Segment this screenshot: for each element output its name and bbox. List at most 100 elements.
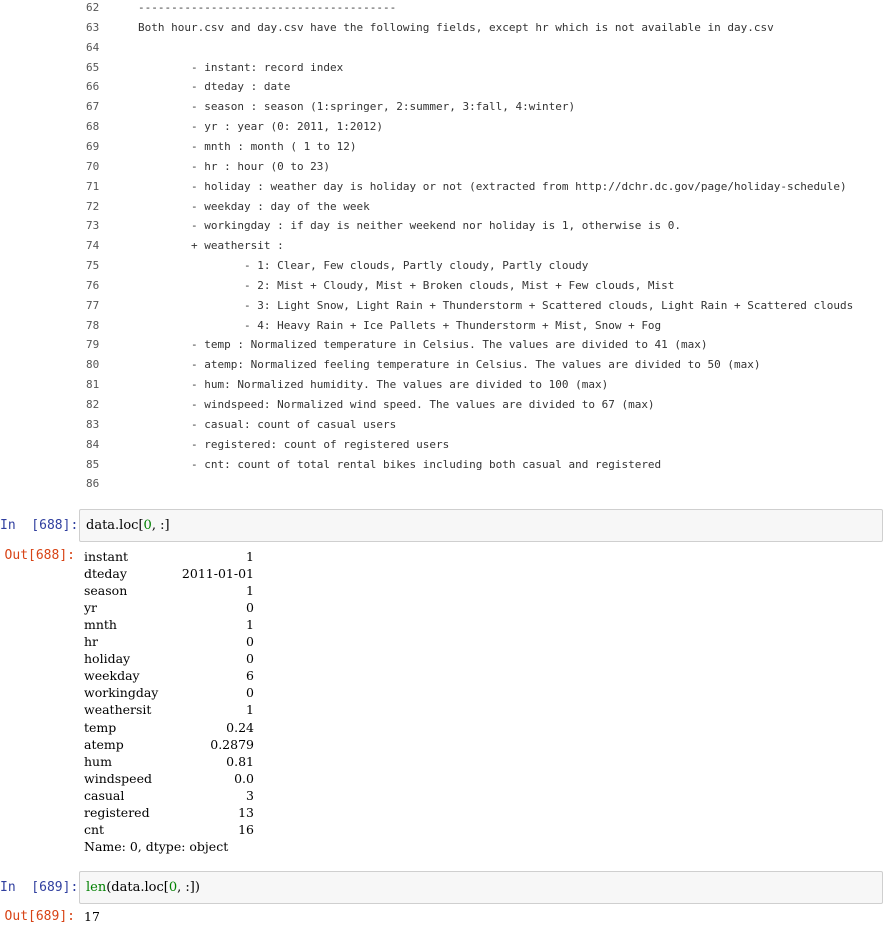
series-row: yr 0	[84, 599, 254, 616]
series-value: 16	[238, 821, 254, 837]
line-text: - 1: Clear, Few clouds, Partly cloudy, P…	[138, 259, 589, 273]
line-number: 74	[86, 239, 100, 253]
line-number: 86	[86, 477, 100, 491]
series-key: season	[84, 583, 128, 599]
line-text: - 4: Heavy Rain + Ice Pallets + Thunders…	[138, 318, 662, 332]
line-text: - workingday : if day is neither weekend…	[138, 219, 682, 233]
series-row: weathersit 1	[84, 701, 254, 718]
series-value: 0.24	[226, 719, 254, 735]
line-number: 84	[86, 437, 100, 451]
series-key: weathersit	[84, 702, 152, 718]
line-number: 64	[86, 40, 100, 54]
series-row: season 1	[84, 582, 254, 599]
line-text: - hum: Normalized humidity. The values a…	[138, 378, 609, 392]
series-value: 0	[246, 685, 254, 701]
line-number: 71	[86, 179, 100, 193]
series-row: holiday 0	[84, 650, 254, 667]
series-row: instant 1	[84, 548, 254, 565]
file-line: 85 - cnt: count of total rental bikes in…	[0, 455, 884, 475]
series-key: holiday	[84, 651, 131, 667]
line-text: - atemp: Normalized feeling temperature …	[138, 358, 761, 372]
line-number: 73	[86, 219, 100, 233]
code-text: data.loc[0, :]	[86, 518, 170, 533]
code-cell-input[interactable]: len(data.loc[0, :])	[79, 871, 883, 904]
line-text: ---------------------------------------	[138, 1, 397, 14]
series-value: 13	[238, 804, 254, 820]
line-number: 62	[86, 1, 100, 14]
line-text: - registered: count of registered users	[138, 437, 450, 451]
file-line: 77 - 3: Light Snow, Light Rain + Thunder…	[0, 296, 884, 316]
series-row: registered 13	[84, 804, 254, 821]
file-line: 64	[0, 38, 884, 58]
file-line: 79 - temp : Normalized temperature in Ce…	[0, 335, 884, 355]
line-text: - 3: Light Snow, Light Rain + Thundersto…	[138, 298, 854, 312]
file-line: 63 Both hour.csv and day.csv have the fol…	[0, 18, 884, 38]
series-row: workingday 0	[84, 684, 254, 701]
series-row: hum 0.81	[84, 753, 254, 770]
series-key: temp	[84, 719, 117, 735]
series-value: 1	[246, 617, 254, 633]
series-row: hr 0	[84, 633, 254, 650]
series-key: hum	[84, 753, 112, 769]
output-prompt: Out[688]:	[4, 548, 75, 563]
series-key: instant	[84, 549, 129, 564]
series-key: dteday	[84, 566, 127, 582]
series-key: mnth	[84, 617, 117, 633]
code-cell-input[interactable]: data.loc[0, :]	[79, 509, 883, 542]
series-value: 3	[246, 787, 254, 803]
file-line: 82 - windspeed: Normalized wind speed. T…	[0, 395, 884, 415]
file-line: 81 - hum: Normalized humidity. The value…	[0, 375, 884, 395]
series-value: 2011-01-01	[181, 566, 254, 582]
series-value: 0	[246, 651, 254, 667]
series-row: cnt 16	[84, 821, 254, 838]
series-row: atemp 0.2879	[84, 736, 254, 753]
line-text: - holiday : weather day is holiday or no…	[138, 179, 847, 193]
input-prompt: In [688]:	[0, 518, 79, 533]
line-number: 82	[86, 398, 100, 411]
code-text: len(data.loc[0, :])	[86, 880, 200, 895]
series-row: dteday 2011-01-01	[84, 565, 254, 582]
line-number: 80	[86, 358, 100, 372]
file-line: 75 - 1: Clear, Few clouds, Partly cloudy…	[0, 256, 884, 276]
line-text: - casual: count of casual users	[138, 417, 397, 431]
line-number: 81	[86, 378, 100, 392]
line-text: - 2: Mist + Cloudy, Mist + Broken clouds…	[138, 278, 675, 292]
file-line: 70 - hr : hour (0 to 23)	[0, 157, 884, 177]
line-text: - windspeed: Normalized wind speed. The …	[138, 398, 655, 411]
file-line: 80 - atemp: Normalized feeling temperatu…	[0, 355, 884, 375]
series-value: 1	[246, 702, 254, 718]
series-key: atemp	[84, 736, 124, 752]
series-key: registered	[84, 804, 150, 820]
line-text: - hr : hour (0 to 23)	[138, 159, 331, 173]
file-line: 62 --------------------------------------…	[0, 0, 884, 18]
series-key: windspeed	[84, 770, 152, 786]
line-number: 79	[86, 338, 100, 352]
series-value: 0.2879	[210, 736, 254, 752]
series-footer: Name: 0, dtype: object	[84, 838, 229, 854]
line-number: 78	[86, 318, 100, 332]
series-value: 1	[246, 549, 254, 564]
file-line: 78 - 4: Heavy Rain + Ice Pallets + Thund…	[0, 316, 884, 336]
line-text: - cnt: count of total rental bikes inclu…	[138, 457, 662, 471]
series-value: 0	[246, 634, 254, 650]
line-text: - season : season (1:springer, 2:summer,…	[138, 100, 576, 114]
line-number: 65	[86, 60, 100, 74]
line-number: 68	[86, 120, 100, 134]
line-number: 72	[86, 199, 100, 213]
series-key: yr	[84, 600, 98, 616]
series-output: instant 1 dteday 2011-01-01 season 1 yr 0 mnth 1 h…	[84, 548, 264, 858]
line-number: 69	[86, 139, 100, 153]
file-line: 71 - holiday : weather day is holiday or…	[0, 177, 884, 197]
file-line: 73 - workingday : if day is neither week…	[0, 216, 884, 236]
line-text: Both hour.csv and day.csv have the follo…	[138, 20, 774, 34]
series-row: windspeed 0.0	[84, 770, 254, 787]
file-line: 65 - instant: record index	[0, 58, 884, 78]
line-number: 77	[86, 298, 100, 312]
series-value: 0.81	[226, 753, 254, 769]
series-key: cnt	[84, 821, 105, 837]
line-number: 70	[86, 159, 100, 173]
output-prompt: Out[689]:	[4, 909, 75, 924]
line-number: 83	[86, 417, 100, 431]
file-line: 83 - casual: count of casual users	[0, 415, 884, 435]
line-text: + weathersit :	[138, 239, 284, 253]
